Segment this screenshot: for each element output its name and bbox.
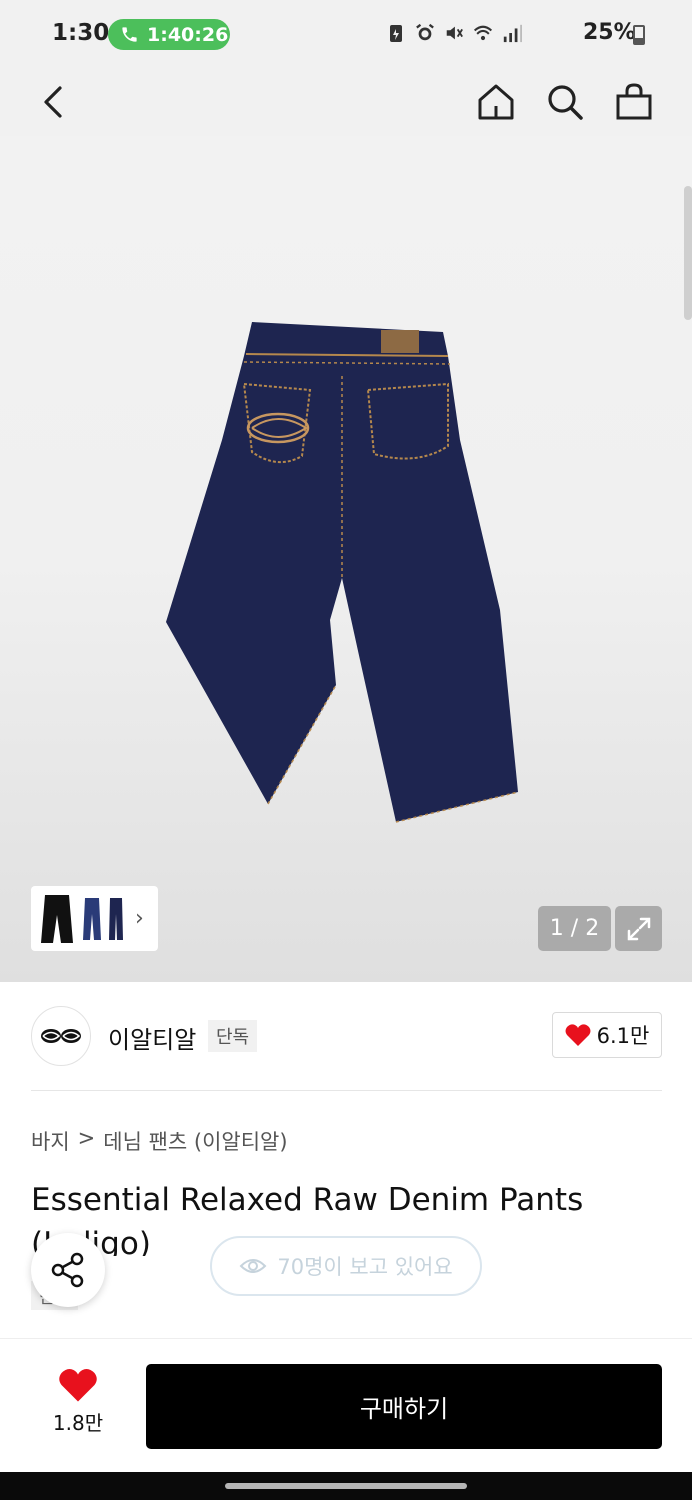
brand-logo-icon xyxy=(41,1029,81,1043)
brand-like-button[interactable]: 6.1만 xyxy=(552,1012,662,1058)
battery-saver-icon xyxy=(390,25,402,42)
brand-name[interactable]: 이알티알 xyxy=(108,1020,196,1055)
viewers-text: 70명이 보고 있어요 xyxy=(277,1255,453,1279)
breadcrumb: 바지 > 데님 팬츠 (이알티알) xyxy=(31,1126,288,1156)
back-button[interactable] xyxy=(32,80,76,124)
back-icon xyxy=(44,86,62,118)
bottom-action-bar: 1.8만 구매하기 xyxy=(0,1338,692,1472)
buy-button[interactable]: 구매하기 xyxy=(146,1364,662,1449)
image-counter: 1 / 2 xyxy=(538,906,611,951)
product-image-gallery[interactable]: › 1 / 2 xyxy=(0,136,692,982)
eye-icon xyxy=(239,1259,267,1273)
home-button[interactable] xyxy=(474,80,518,124)
thumbnail-blue-pants xyxy=(83,897,101,940)
search-button[interactable] xyxy=(543,80,587,124)
chevron-right-icon: › xyxy=(135,906,144,931)
battery-icon xyxy=(633,25,645,45)
shopping-bag-icon xyxy=(616,83,652,120)
battery-percent: 25% xyxy=(583,20,636,45)
search-icon xyxy=(548,85,583,120)
fullscreen-button[interactable] xyxy=(615,906,662,951)
heart-icon xyxy=(565,1024,591,1046)
product-image-denim-pants xyxy=(166,322,519,823)
divider xyxy=(31,1090,662,1091)
gesture-handle[interactable] xyxy=(225,1483,467,1489)
ongoing-call-pill[interactable]: 1:40:26 xyxy=(108,19,230,50)
top-nav xyxy=(0,70,692,136)
cart-button[interactable] xyxy=(612,80,656,124)
exclusive-badge: 단독 xyxy=(208,1020,258,1052)
call-duration: 1:40:26 xyxy=(147,23,229,46)
brand-logo[interactable] xyxy=(31,1006,91,1066)
thumbnail-indigo-pants xyxy=(109,897,123,940)
signal-icon xyxy=(503,24,522,43)
expand-icon xyxy=(627,917,650,940)
mute-icon xyxy=(446,26,463,40)
brand-row: 이알티알 단독 6.1만 xyxy=(31,1004,662,1068)
status-time: 1:30 xyxy=(52,20,110,46)
brand-like-count: 6.1만 xyxy=(596,1024,650,1048)
thumbnail-strip[interactable]: › xyxy=(31,886,158,951)
phone-icon xyxy=(122,27,137,42)
wishlist-count: 1.8만 xyxy=(52,1411,104,1435)
wifi-icon xyxy=(473,25,493,41)
status-bar: 1:30 1:40:26 25% xyxy=(0,0,692,70)
alarm-icon xyxy=(416,23,434,41)
status-icons xyxy=(386,22,522,44)
share-icon xyxy=(51,1252,84,1288)
breadcrumb-separator: > xyxy=(77,1126,96,1150)
viewers-toast: 70명이 보고 있어요 xyxy=(210,1236,482,1296)
navigation-gesture-bar xyxy=(0,1472,692,1500)
share-button[interactable] xyxy=(31,1233,105,1307)
home-icon xyxy=(478,84,514,120)
breadcrumb-subcategory[interactable]: 데님 팬츠 (이알티알) xyxy=(103,1126,287,1156)
thumbnail-black-pants xyxy=(41,894,73,943)
wishlist-button[interactable]: 1.8만 xyxy=(40,1367,116,1436)
page-scroll-indicator xyxy=(684,186,692,320)
breadcrumb-category[interactable]: 바지 xyxy=(31,1126,70,1156)
heart-filled-icon xyxy=(59,1369,97,1402)
